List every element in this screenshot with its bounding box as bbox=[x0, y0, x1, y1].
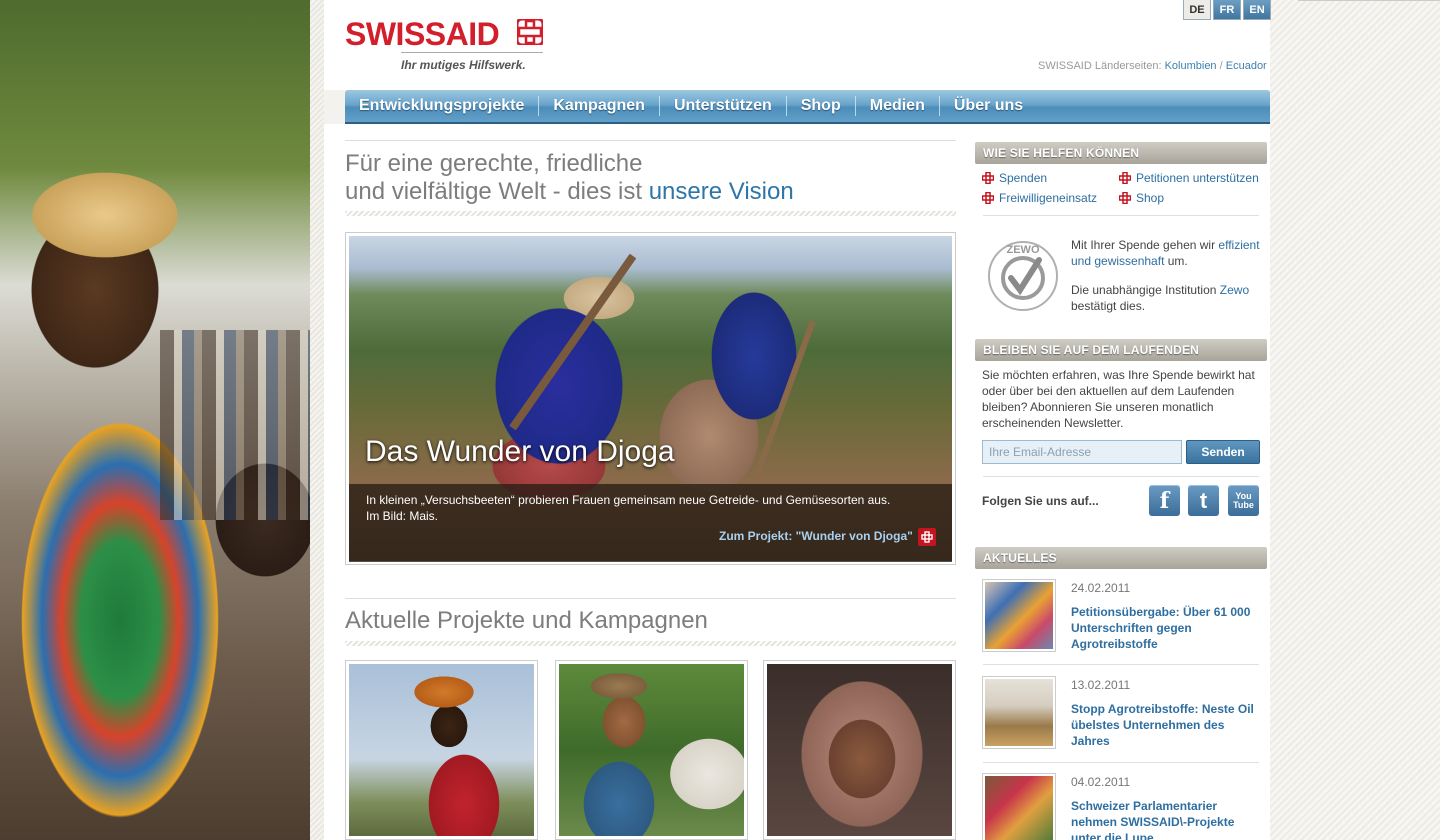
swissaid-cross-icon bbox=[517, 19, 543, 45]
hero-text-line-2: Im Bild: Mais. bbox=[366, 509, 439, 523]
youtube-icon[interactable]: You Tube bbox=[1228, 485, 1259, 516]
news-image bbox=[985, 679, 1053, 746]
project-image bbox=[559, 664, 744, 836]
hero-text: In kleinen „Versuchsbeeten“ probieren Fr… bbox=[366, 492, 926, 524]
hero-text-line-1: In kleinen „Versuchsbeeten“ probieren Fr… bbox=[366, 493, 891, 507]
country-separator: / bbox=[1219, 60, 1223, 72]
nav-kampagnen[interactable]: Kampagnen bbox=[539, 97, 659, 115]
lang-en[interactable]: EN bbox=[1243, 0, 1271, 20]
news-image bbox=[985, 582, 1053, 649]
country-link-ecuador[interactable]: Ecuador bbox=[1226, 60, 1267, 72]
zewo-text-2: Die unabhängige Institution Zewo bestäti… bbox=[1071, 282, 1261, 314]
news-heading: AKTUELLES bbox=[975, 547, 1267, 569]
lang-de[interactable]: DE bbox=[1183, 0, 1211, 20]
country-link-kolumbien[interactable]: Kolumbien bbox=[1165, 60, 1217, 72]
logo-text: SWISSAID bbox=[345, 16, 500, 52]
zewo-text-1: Mit Ihrer Spende gehen wir effizient und… bbox=[1071, 237, 1261, 269]
divider-pattern bbox=[310, 0, 324, 840]
nav-separator bbox=[938, 96, 940, 116]
nav-unterstuetzen[interactable]: Unterstützen bbox=[660, 97, 786, 115]
news-date: 24.02.2011 bbox=[1071, 581, 1131, 595]
logo[interactable]: SWISSAID Ihr mutiges Hilfswerk. bbox=[345, 16, 543, 72]
news-title-link[interactable]: Petitionsübergabe: Über 61 000 Unterschr… bbox=[1071, 604, 1261, 652]
zewo-text-2-prefix: Die unabhängige Institution bbox=[1071, 283, 1220, 297]
divider bbox=[345, 140, 956, 141]
zewo-text-1-prefix: Mit Ihrer Spende gehen wir bbox=[1071, 238, 1216, 252]
help-link-shop[interactable]: Shop bbox=[1136, 191, 1164, 205]
divider-pattern bbox=[345, 641, 956, 646]
projects-heading: Aktuelle Projekte und Kampagnen bbox=[345, 607, 708, 634]
facebook-icon[interactable]: f bbox=[1149, 485, 1180, 516]
follow-label: Folgen Sie uns auf... bbox=[982, 494, 1099, 508]
main-nav: Entwicklungsprojekte Kampagnen Unterstüt… bbox=[345, 90, 1270, 124]
news-title-link[interactable]: Schweizer Parlamentarier nehmen SWISSAID… bbox=[1071, 798, 1261, 840]
twitter-icon[interactable]: t bbox=[1188, 485, 1219, 516]
divider bbox=[345, 598, 956, 599]
swissaid-cross-icon bbox=[1119, 192, 1131, 204]
nav-separator bbox=[538, 96, 540, 116]
project-image bbox=[767, 664, 952, 836]
project-thumbnail[interactable] bbox=[555, 660, 748, 840]
help-link-freiwilligeneinsatz[interactable]: Freiwilligeneinsatz bbox=[999, 191, 1097, 205]
logo-divider bbox=[401, 52, 543, 53]
newsletter-text: Sie möchten erfahren, was Ihre Spende be… bbox=[982, 368, 1255, 430]
zewo-text-1-suffix: um. bbox=[1164, 254, 1188, 268]
divider bbox=[983, 664, 1259, 665]
news-date: 13.02.2011 bbox=[1071, 678, 1131, 692]
nav-shop[interactable]: Shop bbox=[787, 97, 855, 115]
help-heading: WIE SIE HELFEN KÖNNEN bbox=[975, 142, 1267, 164]
swissaid-cross-icon bbox=[982, 192, 994, 204]
zewo-link[interactable]: Zewo bbox=[1220, 283, 1249, 297]
swissaid-cross-icon bbox=[982, 172, 994, 184]
project-thumbnail[interactable] bbox=[345, 660, 538, 840]
country-sites: SWISSAID Länderseiten: Kolumbien / Ecuad… bbox=[1038, 60, 1267, 72]
help-link-petitionen[interactable]: Petitionen unterstützen bbox=[1136, 171, 1259, 185]
news-image bbox=[985, 776, 1053, 840]
news-thumbnail[interactable] bbox=[982, 579, 1056, 652]
news-date: 04.02.2011 bbox=[1071, 775, 1131, 789]
news-thumbnail[interactable] bbox=[982, 773, 1056, 840]
vision-line-1: Für eine gerechte, friedliche bbox=[345, 150, 643, 177]
nav-separator bbox=[854, 96, 856, 116]
language-switcher: DE FR EN bbox=[1183, 0, 1271, 20]
divider bbox=[983, 762, 1259, 763]
project-thumbnail[interactable] bbox=[763, 660, 956, 840]
logo-tagline: Ihr mutiges Hilfswerk. bbox=[401, 58, 526, 72]
hero-side-photo bbox=[0, 0, 310, 840]
nav-separator bbox=[658, 96, 660, 116]
zewo-text-2-suffix: bestätigt dies. bbox=[1071, 299, 1146, 313]
hero-project-link[interactable]: Zum Projekt: "Wunder von Djoga" bbox=[719, 529, 913, 543]
divider bbox=[983, 215, 1259, 216]
hero-title: Das Wunder von Djoga bbox=[365, 435, 675, 468]
lang-fr[interactable]: FR bbox=[1213, 0, 1241, 20]
vision-line-2: und vielfältige Welt - dies ist bbox=[345, 178, 649, 205]
help-link-spenden[interactable]: Spenden bbox=[999, 171, 1047, 185]
nav-separator bbox=[785, 96, 787, 116]
swissaid-cross-icon[interactable] bbox=[918, 528, 936, 546]
news-thumbnail[interactable] bbox=[982, 676, 1056, 749]
swissaid-cross-icon bbox=[1119, 172, 1131, 184]
nav-medien[interactable]: Medien bbox=[856, 97, 939, 115]
nav-entwicklungsprojekte[interactable]: Entwicklungsprojekte bbox=[359, 97, 538, 115]
country-sites-label: SWISSAID Länderseiten: bbox=[1038, 60, 1162, 72]
divider bbox=[983, 476, 1259, 477]
page-background-right bbox=[1270, 0, 1440, 840]
divider-pattern bbox=[345, 211, 956, 216]
vision-heading: Für eine gerechte, friedliche und vielfä… bbox=[345, 150, 794, 206]
news-title-link[interactable]: Stopp Agrotreibstoffe: Neste Oil übelste… bbox=[1071, 701, 1261, 749]
project-image bbox=[349, 664, 534, 836]
newsletter-heading: BLEIBEN SIE AUF DEM LAUFENDEN bbox=[975, 339, 1267, 361]
vision-highlight: unsere Vision bbox=[648, 178, 794, 205]
newsletter-email-input[interactable] bbox=[982, 440, 1182, 464]
nav-ueber-uns[interactable]: Über uns bbox=[940, 97, 1037, 115]
zewo-logo-text: ZEWO bbox=[1007, 244, 1040, 256]
zewo-seal-icon[interactable]: ZEWO bbox=[985, 236, 1061, 316]
newsletter-send-button[interactable]: Senden bbox=[1186, 440, 1260, 464]
